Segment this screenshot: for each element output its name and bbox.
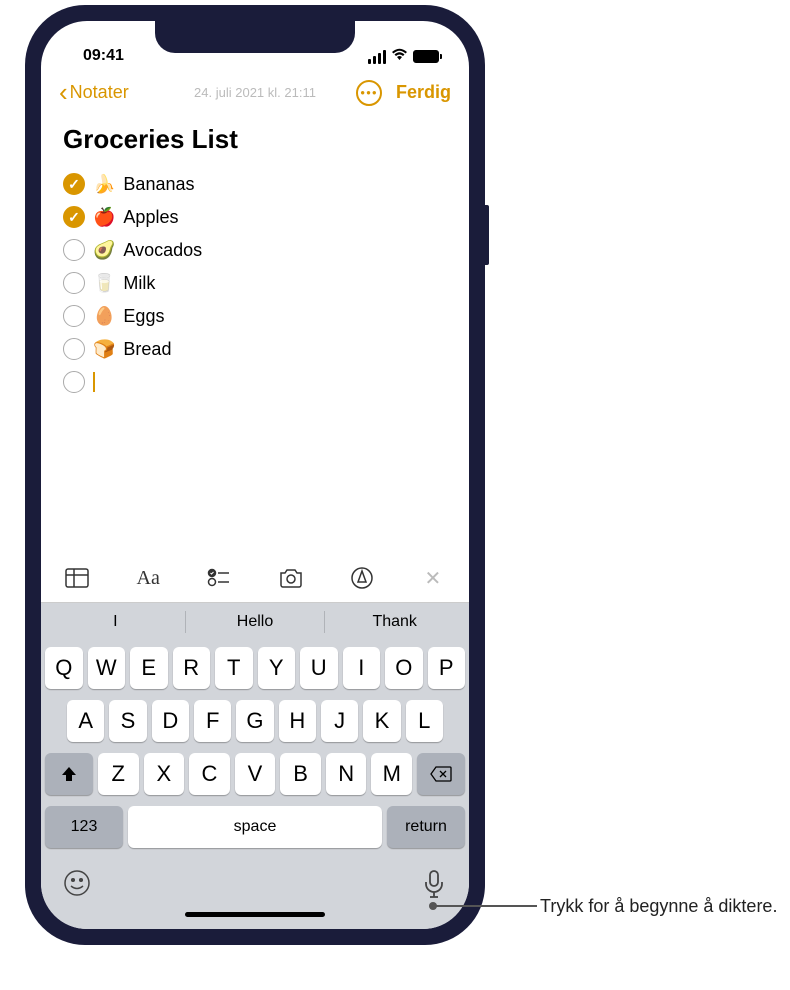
numeric-key[interactable]: 123: [45, 806, 123, 848]
item-text: Milk: [123, 273, 155, 294]
keyboard: QWERTYUIOP ASDFGHJKL ZXCVBNM 123 space r…: [41, 641, 469, 929]
item-emoji: 🍌: [93, 174, 115, 195]
checkbox[interactable]: [63, 371, 85, 393]
checkbox[interactable]: [63, 206, 85, 228]
letter-key[interactable]: Z: [98, 753, 139, 795]
note-title: Groceries List: [63, 124, 447, 155]
notes-toolbar: Aa ✕: [41, 554, 469, 603]
letter-key[interactable]: M: [371, 753, 412, 795]
letter-key[interactable]: R: [173, 647, 211, 689]
markup-icon[interactable]: [348, 564, 376, 592]
letter-key[interactable]: W: [88, 647, 126, 689]
callout-text: Trykk for å begynne å diktere.: [540, 894, 777, 919]
wifi-icon: [391, 48, 408, 65]
battery-icon: [413, 50, 439, 63]
checklist-item: 🍞 Bread: [63, 338, 447, 360]
note-content[interactable]: Groceries List 🍌 Bananas 🍎 Apples 🥑 Avocado…: [41, 116, 469, 554]
back-label: Notater: [70, 82, 129, 103]
item-text: Apples: [123, 207, 178, 228]
letter-key[interactable]: Y: [258, 647, 296, 689]
checklist-icon[interactable]: [205, 564, 233, 592]
checkbox[interactable]: [63, 305, 85, 327]
letter-key[interactable]: J: [321, 700, 358, 742]
notch: [155, 21, 355, 53]
suggestion[interactable]: Thank: [325, 611, 464, 633]
suggestion[interactable]: Hello: [186, 611, 326, 633]
nav-bar: ‹ Notater 24. juli 2021 kl. 21:11 ●●● Fe…: [41, 69, 469, 116]
keyboard-suggestions: IHelloThank: [41, 603, 469, 641]
item-emoji: 🍞: [93, 339, 115, 360]
text-format-icon[interactable]: Aa: [134, 564, 162, 592]
checklist-item: 🥚 Eggs: [63, 305, 447, 327]
back-button[interactable]: ‹ Notater: [59, 77, 129, 108]
checklist-item-empty: [63, 371, 447, 393]
status-indicators: [368, 48, 439, 65]
letter-key[interactable]: B: [280, 753, 321, 795]
item-emoji: 🥑: [93, 240, 115, 261]
item-text: Bread: [123, 339, 171, 360]
letter-key[interactable]: Q: [45, 647, 83, 689]
checklist-item: 🍌 Bananas: [63, 173, 447, 195]
delete-key[interactable]: [417, 753, 465, 795]
letter-key[interactable]: N: [326, 753, 367, 795]
letter-key[interactable]: O: [385, 647, 423, 689]
phone-screen: 09:41 ‹ Notater 24. juli 2021 kl. 21:11 …: [41, 21, 469, 929]
letter-key[interactable]: U: [300, 647, 338, 689]
checkbox[interactable]: [63, 239, 85, 261]
emoji-key[interactable]: [63, 869, 91, 906]
cellular-signal-icon: [368, 50, 386, 64]
status-time: 09:41: [71, 47, 124, 65]
suggestion[interactable]: I: [46, 611, 186, 633]
letter-key[interactable]: D: [152, 700, 189, 742]
letter-key[interactable]: C: [189, 753, 230, 795]
dictation-key[interactable]: [421, 869, 447, 906]
item-emoji: 🥚: [93, 306, 115, 327]
chevron-left-icon: ‹: [59, 77, 68, 108]
letter-key[interactable]: A: [67, 700, 104, 742]
letter-key[interactable]: V: [235, 753, 276, 795]
done-button[interactable]: Ferdig: [396, 82, 451, 103]
letter-key[interactable]: L: [406, 700, 443, 742]
letter-key[interactable]: F: [194, 700, 231, 742]
checklist-item: 🥑 Avocados: [63, 239, 447, 261]
letter-key[interactable]: X: [144, 753, 185, 795]
letter-key[interactable]: E: [130, 647, 168, 689]
space-key[interactable]: space: [128, 806, 382, 848]
phone-frame: 09:41 ‹ Notater 24. juli 2021 kl. 21:11 …: [25, 5, 485, 945]
item-text: Eggs: [123, 306, 164, 327]
shift-key[interactable]: [45, 753, 93, 795]
checklist-item: 🍎 Apples: [63, 206, 447, 228]
more-button[interactable]: ●●●: [356, 80, 382, 106]
home-indicator[interactable]: [185, 912, 325, 917]
item-emoji: 🍎: [93, 207, 115, 228]
return-key[interactable]: return: [387, 806, 465, 848]
camera-icon[interactable]: [277, 564, 305, 592]
callout-line: [432, 905, 537, 907]
checkbox[interactable]: [63, 272, 85, 294]
checkbox[interactable]: [63, 173, 85, 195]
letter-key[interactable]: S: [109, 700, 146, 742]
letter-key[interactable]: G: [236, 700, 273, 742]
letter-key[interactable]: I: [343, 647, 381, 689]
checkbox[interactable]: [63, 338, 85, 360]
letter-key[interactable]: K: [363, 700, 400, 742]
table-icon[interactable]: [63, 564, 91, 592]
side-button: [485, 205, 489, 265]
item-text: Bananas: [123, 174, 194, 195]
item-text: Avocados: [123, 240, 202, 261]
checklist-item: 🥛 Milk: [63, 272, 447, 294]
checklist: 🍌 Bananas 🍎 Apples 🥑 Avocados 🥛 Milk 🥚 Eggs 🍞…: [63, 173, 447, 393]
letter-key[interactable]: T: [215, 647, 253, 689]
text-cursor: [93, 372, 95, 392]
item-emoji: 🥛: [93, 273, 115, 294]
letter-key[interactable]: H: [279, 700, 316, 742]
close-icon[interactable]: ✕: [419, 564, 447, 592]
letter-key[interactable]: P: [428, 647, 466, 689]
